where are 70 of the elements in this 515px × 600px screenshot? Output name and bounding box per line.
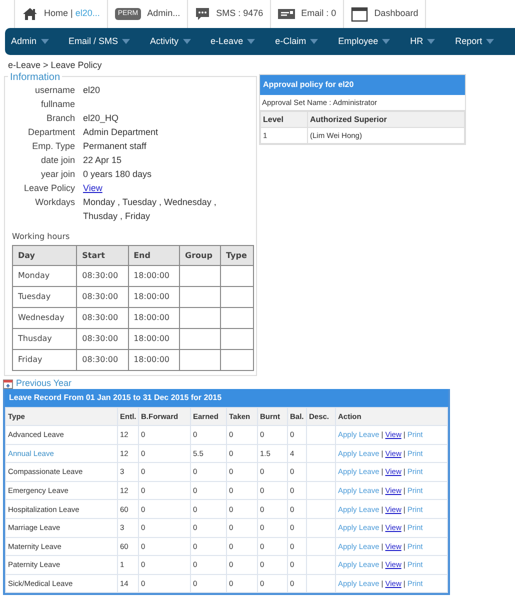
field-label: Workdays [34,196,75,209]
table-cell: 08:30:00 [76,286,128,308]
envelope-icon [278,8,296,20]
caret-icon [427,39,436,44]
field-value: Permanent staff [83,140,148,153]
column-header: Day [12,246,77,266]
topbar-link[interactable]: Dashboard [374,7,418,21]
column-header: Level [260,112,308,128]
field-value: Monday , Tuesday , Wednesday , Thusday , Friday [83,196,218,223]
topbar-link[interactable]: Home | el20... [44,7,100,21]
field-label: Branch [45,112,75,125]
calendar-icon [3,378,13,388]
table-cell: 18:00:00 [128,266,180,286]
table-cell: Monday [12,266,77,286]
menu-item[interactable]: e-Claim [275,34,338,48]
view-link[interactable]: View [83,181,102,195]
menu-item[interactable]: Report [455,34,514,48]
caret-icon [486,39,494,44]
chat-bubble-icon [195,6,210,22]
table-cell: 08:30:00 [76,266,128,286]
menu-item[interactable]: e-Leave [210,34,276,48]
menu-item[interactable]: HR [410,34,456,48]
table-cell: 18:00:00 [128,286,180,308]
topbar-link[interactable]: Admin... [147,7,180,21]
caret-icon [382,39,390,44]
caret-icon [247,39,256,44]
menu-item[interactable]: Activity [150,34,211,48]
column-header: Type [220,246,254,266]
caret-icon [310,39,318,44]
column-header: Start [76,246,128,266]
table-cell: Tuesday [12,286,77,308]
menu-item[interactable]: Admin [11,34,69,48]
table-cell: 08:30:00 [76,328,128,350]
field-value: el20 [83,84,102,97]
table-cell: 18:00:00 [128,308,180,328]
field-label: username [34,84,75,97]
table-cell: Thusday [12,328,77,350]
table-cell: Wednesday [12,308,77,328]
table-cell: 08:30:00 [76,350,128,370]
field-label: year join [40,168,75,181]
field-value: 22 Apr 15 [83,154,123,167]
caret-icon [182,39,191,44]
home-icon [22,7,38,21]
menu-item[interactable]: Email / SMS [68,34,150,48]
breadcrumb: e-Leave > Leave Policy [7,59,103,72]
table-cell: 08:30:00 [76,308,128,328]
table-cell: Friday [12,350,77,370]
previous-year-link[interactable]: Previous Year [16,376,72,390]
menu-item[interactable]: Employee [338,34,410,48]
caret-icon [40,39,49,44]
topbar-link[interactable]: SMS : 9476 [216,7,264,21]
leave-record-header: Leave Record From 01 Jan 2015 to 31 Dec 2015 for 2015 [5,389,448,407]
column-header: End [128,246,180,266]
field-label: date join [40,154,75,167]
field-value: 0 years 180 days [83,168,153,181]
table-cell: 18:00:00 [128,350,180,370]
caret-icon [122,39,130,44]
table-cell: 18:00:00 [128,328,180,350]
field-label: Leave Policy [22,182,75,195]
column-header: Authorized Superior [308,112,464,128]
field-label: Emp. Type [31,140,75,153]
field-value: Admin Department [83,126,160,139]
working-hours-title: Working hours [12,231,71,243]
window-icon [351,6,368,22]
field-label: fullname [40,98,75,111]
field-label: Department [26,126,75,139]
field-value: el20_HQ [83,112,120,125]
approval-header: Approval policy for el20 [260,75,465,95]
topbar-link[interactable]: Email : 0 [301,7,336,21]
column-header: Group [180,246,221,266]
